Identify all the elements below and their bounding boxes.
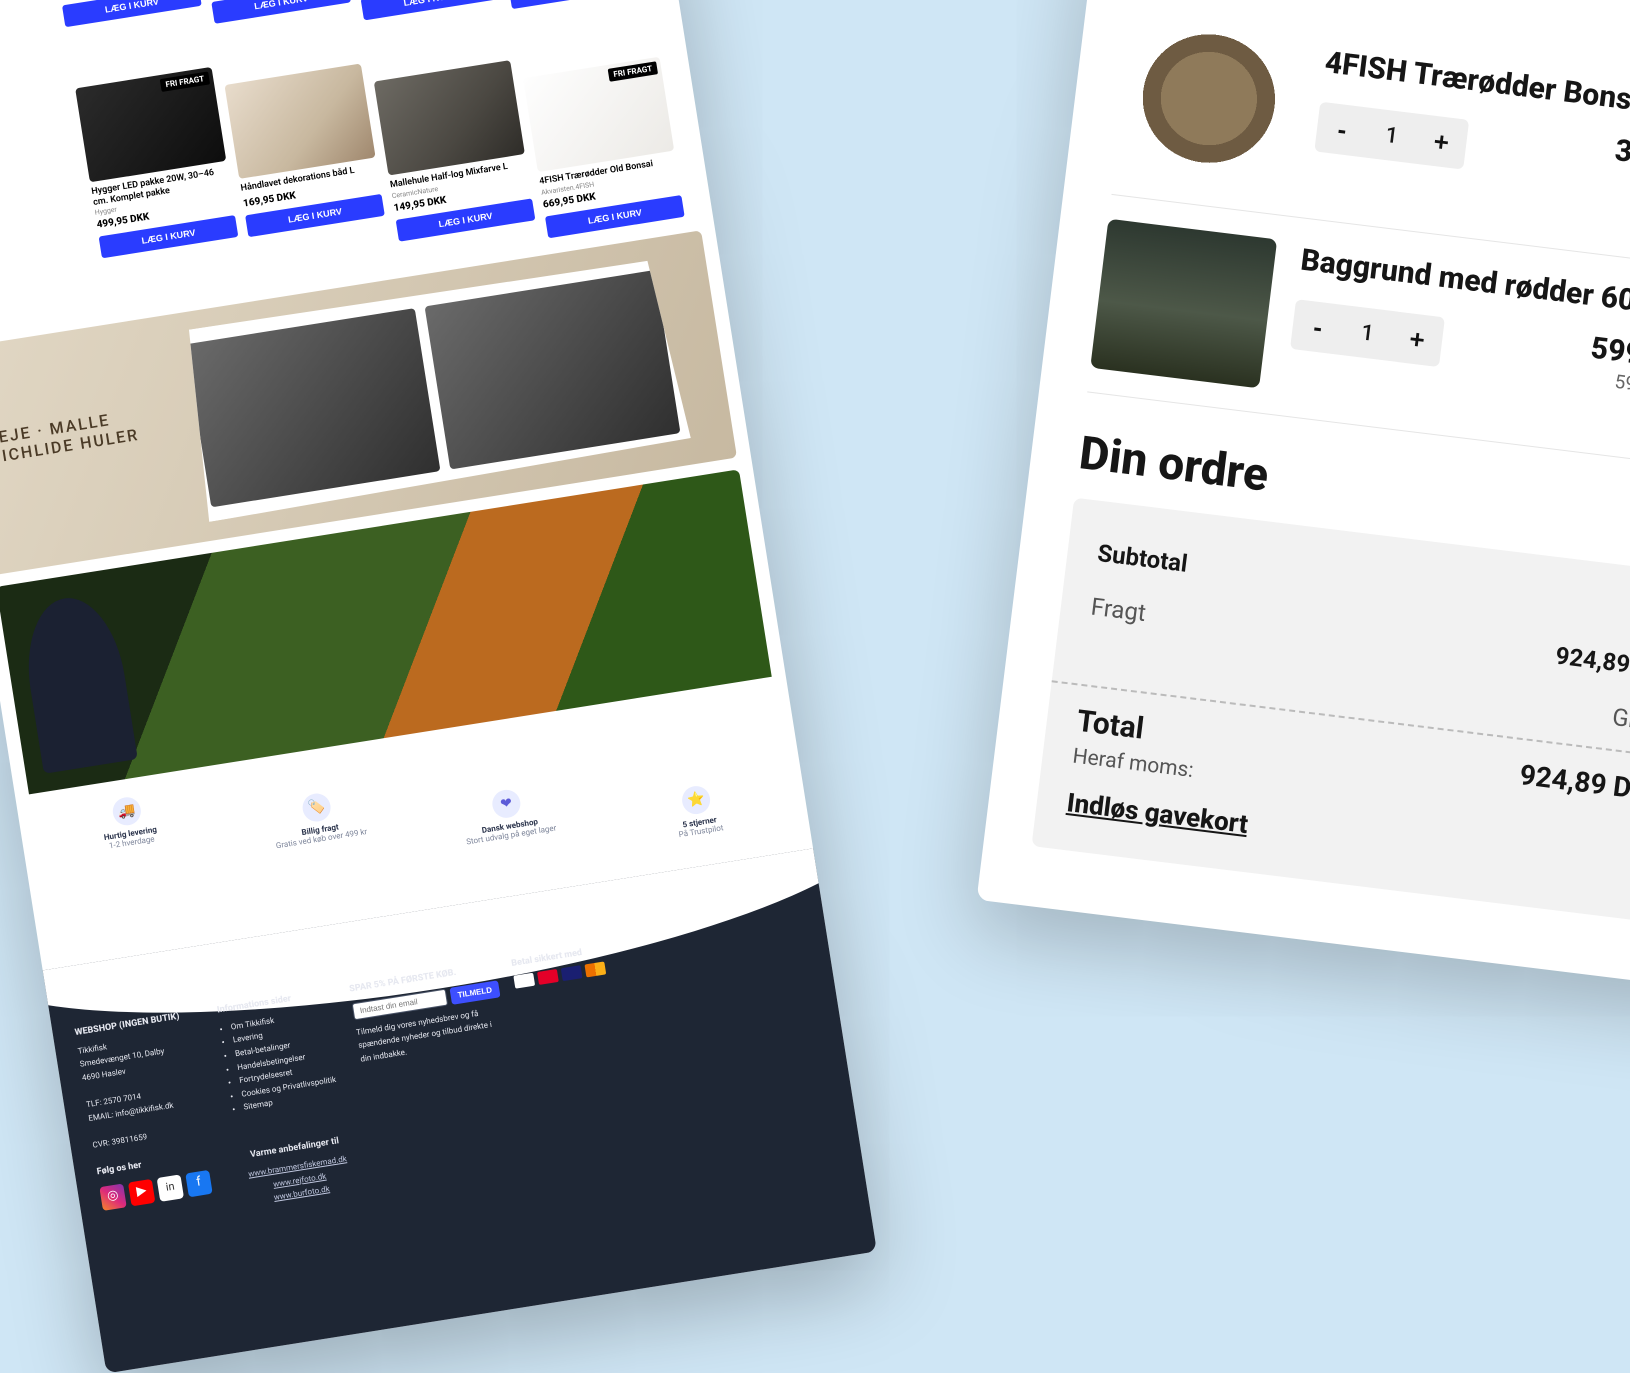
qty-increase-button[interactable]: +: [1389, 311, 1445, 367]
feature-item: ❤ Dansk webshop Stort udvalg på eget lag…: [411, 775, 609, 879]
pay-dankort-icon: [537, 969, 559, 985]
cart-item-unit-price: 599,95 DKK/stk: [1586, 366, 1630, 408]
qty-decrease-button[interactable]: -: [1314, 102, 1370, 158]
redeem-voucher-link[interactable]: Indløs gavekort: [1065, 788, 1249, 840]
qty-value: 1: [1341, 318, 1394, 349]
youtube-icon[interactable]: ▶: [128, 1178, 155, 1205]
feature-item: ⭐ 5 stjerner På Trustpilot: [601, 771, 795, 850]
order-summary: Subtotal 924,89 DKK Fragt Gratis Total 9…: [1031, 498, 1630, 926]
quantity-stepper: - 1 +: [1314, 102, 1469, 170]
add-to-cart-button[interactable]: LÆG I KURV: [211, 0, 351, 24]
add-to-cart-button[interactable]: LÆG I KURV: [361, 0, 501, 20]
pay-visa-icon: [561, 965, 583, 981]
quantity-stepper: - 1 +: [1290, 299, 1445, 367]
badge: FRI FRAGT: [160, 71, 211, 92]
product-image: FRI FRAGT: [523, 56, 674, 171]
product-card[interactable]: FRI FRAGTNYHED Baggrund klippevæg 60x30 …: [189, 0, 356, 55]
total-label: Total: [1075, 704, 1146, 747]
badge: FRI FRAGT: [608, 61, 659, 82]
product-card[interactable]: Mallehule Half-log Mixfarve L CeramicNat…: [374, 60, 539, 261]
shipping-label: Fragt: [1084, 593, 1148, 673]
qty-decrease-button[interactable]: -: [1290, 299, 1346, 355]
feature-icon: 🏷️: [301, 791, 333, 823]
cart-panel: Dine varer 4FISH Trærødder Bonsai Sma - …: [977, 0, 1630, 991]
pay-mastercard-icon: [584, 961, 606, 977]
add-to-cart-button[interactable]: LÆG I KURV: [509, 0, 649, 9]
product-card[interactable]: FRI FRAGTNYHED Baggrund med rødder 60x30…: [339, 0, 502, 32]
product-image: FRI FRAGT: [75, 67, 226, 182]
product-card[interactable]: NYHED Baggrund grå klippe 60x30 CeramicN…: [40, 0, 210, 78]
facebook-icon[interactable]: f: [185, 1169, 212, 1196]
qty-value: 1: [1365, 120, 1418, 151]
product-card[interactable]: FRI FRAGT Hygger LED pakke 20W, 30–46 cm…: [75, 67, 246, 308]
product-card[interactable]: FRI FRAGT 4FISH Trærødder Old Bonsai Akv…: [523, 56, 685, 237]
product-card[interactable]: Stående Log Large 299,95 DKK LÆG I KURV: [488, 0, 648, 9]
cart-item-unit-price: 324,94 DKK/stk: [1610, 169, 1630, 211]
product-image: [374, 60, 525, 175]
feature-icon: 🚚: [111, 795, 143, 827]
shipping-value: Gratis: [1611, 703, 1630, 738]
feature-item: 🚚 Hurtig levering 1-2 hverdage: [32, 782, 238, 938]
qty-increase-button[interactable]: +: [1414, 114, 1470, 170]
cart-item-image: [1090, 219, 1277, 389]
add-to-cart-button[interactable]: LÆG I KURV: [62, 0, 202, 27]
feature-item: 🏷️ Billig fragt Gratis ved køb over 499 …: [222, 779, 424, 909]
newsletter-submit-button[interactable]: TILMELD: [449, 980, 500, 1004]
feature-icon: ❤: [490, 787, 522, 819]
product-card[interactable]: Håndlavet dekorations båd L 169,95 DKK L…: [224, 63, 392, 284]
cart-item-image: [1114, 21, 1301, 191]
linkedin-icon[interactable]: in: [157, 1174, 184, 1201]
product-image: [224, 63, 375, 178]
storefront-panel: LUFT OG VARME NYHED Baggrund grå klippe …: [0, 0, 877, 1373]
pay-jcb-icon: [513, 973, 535, 989]
footer-cvr: CVR: 39811659: [92, 1120, 213, 1152]
feature-icon: ⭐: [680, 784, 712, 816]
instagram-icon[interactable]: ◎: [99, 1183, 126, 1210]
